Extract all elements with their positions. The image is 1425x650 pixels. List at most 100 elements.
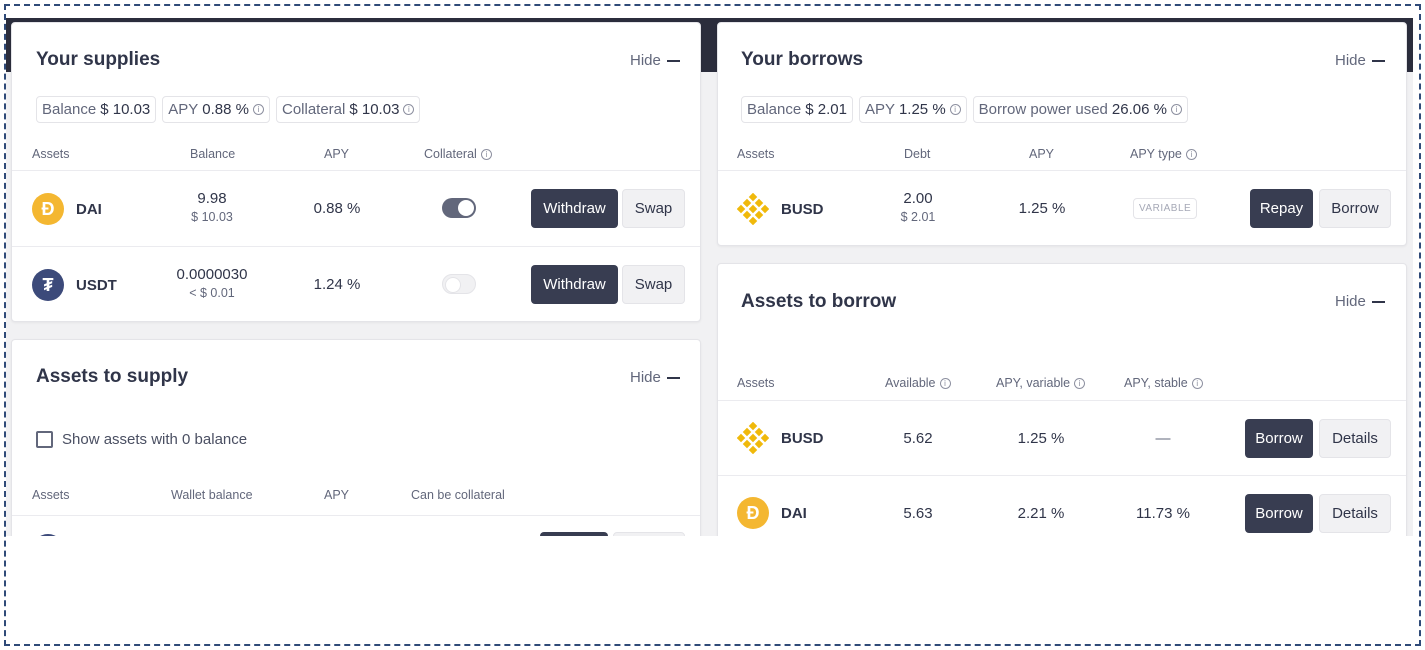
hide-toggle[interactable]: Hide	[1335, 52, 1385, 69]
apy-stable-cell: 11.73 %	[1136, 505, 1190, 522]
checkbox-label: Show assets with 0 balance	[62, 431, 248, 448]
balance-usd: $ 10.03	[191, 210, 233, 224]
assets-to-borrow-panel: Assets to borrow Hide Assets Available i …	[717, 263, 1407, 536]
info-icon[interactable]: i	[480, 148, 492, 160]
details-button[interactable]	[613, 532, 685, 536]
table-row	[12, 515, 700, 536]
info-icon[interactable]: i	[949, 104, 961, 115]
debt-value: 2.00	[903, 190, 933, 207]
borrow-button[interactable]: Borrow	[1245, 419, 1313, 458]
column-header-apy-stable: APY, stable i	[1124, 376, 1203, 390]
apy-chip: APY 1.25 % i	[858, 96, 967, 123]
table-row: Đ DAI 5.63 2.21 % 11.73 % Borrow Details	[718, 475, 1406, 536]
asset-cell: BUSD	[737, 193, 824, 225]
column-header-collateral: Collateral i	[424, 147, 492, 161]
balance-cell: 9.98 $ 10.03	[162, 190, 262, 224]
column-header-apy: APY	[324, 147, 350, 161]
details-button[interactable]: Details	[1319, 419, 1391, 458]
apy-cell: 1.24 %	[313, 276, 361, 293]
borrow-button[interactable]: Borrow	[1245, 494, 1313, 533]
available-cell: 5.62	[903, 430, 933, 447]
panel-title: Your supplies	[36, 49, 161, 70]
table-row: BUSD 5.62 1.25 % — Borrow Details	[718, 400, 1406, 475]
debt-usd: $ 2.01	[900, 210, 936, 224]
debt-cell: 2.00 $ 2.01	[868, 190, 968, 224]
column-header-apy: APY	[1029, 147, 1055, 161]
info-icon[interactable]: i	[939, 377, 951, 389]
repay-button[interactable]: Repay	[1250, 189, 1313, 228]
dai-coin-icon: Đ	[737, 497, 769, 529]
your-supplies-panel: Your supplies Hide Balance $ 10.03 APY 0.8…	[11, 22, 701, 322]
column-header-available: Available i	[885, 376, 951, 390]
asset-cell: Đ DAI	[32, 193, 102, 225]
table-row: ₮ USDT 0.0000030 < $ 0.01 1.24 % Withdra…	[12, 246, 700, 321]
minus-icon	[1371, 300, 1385, 303]
swap-button[interactable]: Swap	[622, 189, 685, 228]
withdraw-button[interactable]: Withdraw	[531, 265, 618, 304]
asset-cell: ₮ USDT	[32, 269, 117, 301]
borrow-button[interactable]: Borrow	[1319, 189, 1391, 228]
usdt-coin-icon: ₮	[32, 269, 64, 301]
your-borrows-panel: Your borrows Hide Balance $ 2.01 APY 1.25 …	[717, 22, 1407, 246]
apy-cell: 1.25 %	[1018, 200, 1066, 217]
panel-title: Assets to supply	[36, 366, 189, 387]
balance-value: 9.98	[197, 190, 227, 207]
asset-symbol: DAI	[781, 504, 807, 522]
hide-label: Hide	[630, 369, 661, 386]
info-icon[interactable]: i	[1074, 377, 1086, 389]
info-icon[interactable]: i	[1191, 377, 1203, 389]
summary-chips: Balance $ 10.03 APY 0.88 % i Collateral $ 10…	[36, 96, 421, 123]
collateral-toggle[interactable]	[442, 274, 476, 294]
busd-coin-icon	[737, 193, 769, 225]
hide-toggle[interactable]: Hide	[630, 369, 680, 386]
panel-title: Assets to borrow	[741, 291, 897, 312]
supply-button[interactable]	[540, 532, 608, 536]
dashboard: Your supplies Hide Balance $ 10.03 APY 0.8…	[6, 18, 1413, 536]
column-header-can-be-collateral: Can be collateral	[411, 488, 505, 502]
table-row: Đ DAI 9.98 $ 10.03 0.88 % Withdraw Swap	[12, 170, 700, 246]
panel-title: Your borrows	[741, 49, 864, 70]
swap-button[interactable]: Swap	[622, 265, 685, 304]
balance-usd: < $ 0.01	[189, 286, 235, 300]
minus-icon	[666, 376, 680, 379]
minus-icon	[1371, 59, 1385, 62]
balance-chip: Balance $ 10.03	[36, 96, 157, 123]
hide-toggle[interactable]: Hide	[630, 52, 680, 69]
collateral-chip: Collateral $ 10.03 i	[275, 96, 421, 123]
apy-chip: APY 0.88 % i	[162, 96, 270, 123]
available-cell: 5.63	[903, 505, 933, 522]
withdraw-button[interactable]: Withdraw	[531, 189, 618, 228]
asset-cell: BUSD	[737, 422, 824, 454]
asset-cell: Đ DAI	[737, 497, 807, 529]
collateral-toggle[interactable]	[442, 198, 476, 218]
apy-type-badge: VARIABLE	[1133, 198, 1198, 219]
hide-toggle[interactable]: Hide	[1335, 293, 1385, 310]
apy-variable-cell: 2.21 %	[1017, 505, 1065, 522]
summary-chips: Balance $ 2.01 APY 1.25 % i Borrow power us…	[741, 96, 1188, 123]
asset-symbol: BUSD	[781, 200, 824, 218]
apy-cell: 0.88 %	[313, 200, 361, 217]
column-header-wallet-balance: Wallet balance	[171, 488, 253, 502]
column-header-debt: Debt	[904, 147, 931, 161]
busd-coin-icon	[737, 422, 769, 454]
show-zero-balance-checkbox[interactable]	[36, 431, 53, 448]
minus-icon	[666, 59, 680, 62]
hide-label: Hide	[1335, 52, 1366, 69]
column-header-apy-variable: APY, variable i	[996, 376, 1086, 390]
balance-value: 0.0000030	[176, 266, 248, 283]
dai-coin-icon: Đ	[32, 193, 64, 225]
info-icon[interactable]: i	[403, 104, 415, 115]
column-header-assets: Assets	[32, 147, 70, 161]
info-icon[interactable]: i	[1170, 104, 1182, 115]
coin-icon	[32, 534, 64, 536]
asset-symbol: BUSD	[781, 429, 824, 447]
column-header-assets: Assets	[737, 376, 775, 390]
apy-variable-cell: 1.25 %	[1017, 430, 1065, 447]
info-icon[interactable]: i	[1185, 148, 1197, 160]
details-button[interactable]: Details	[1319, 494, 1391, 533]
balance-chip: Balance $ 2.01	[741, 96, 853, 123]
asset-symbol: DAI	[76, 200, 102, 218]
info-icon[interactable]: i	[252, 104, 264, 115]
borrow-power-chip: Borrow power used 26.06 % i	[972, 96, 1188, 123]
balance-cell: 0.0000030 < $ 0.01	[152, 266, 272, 300]
